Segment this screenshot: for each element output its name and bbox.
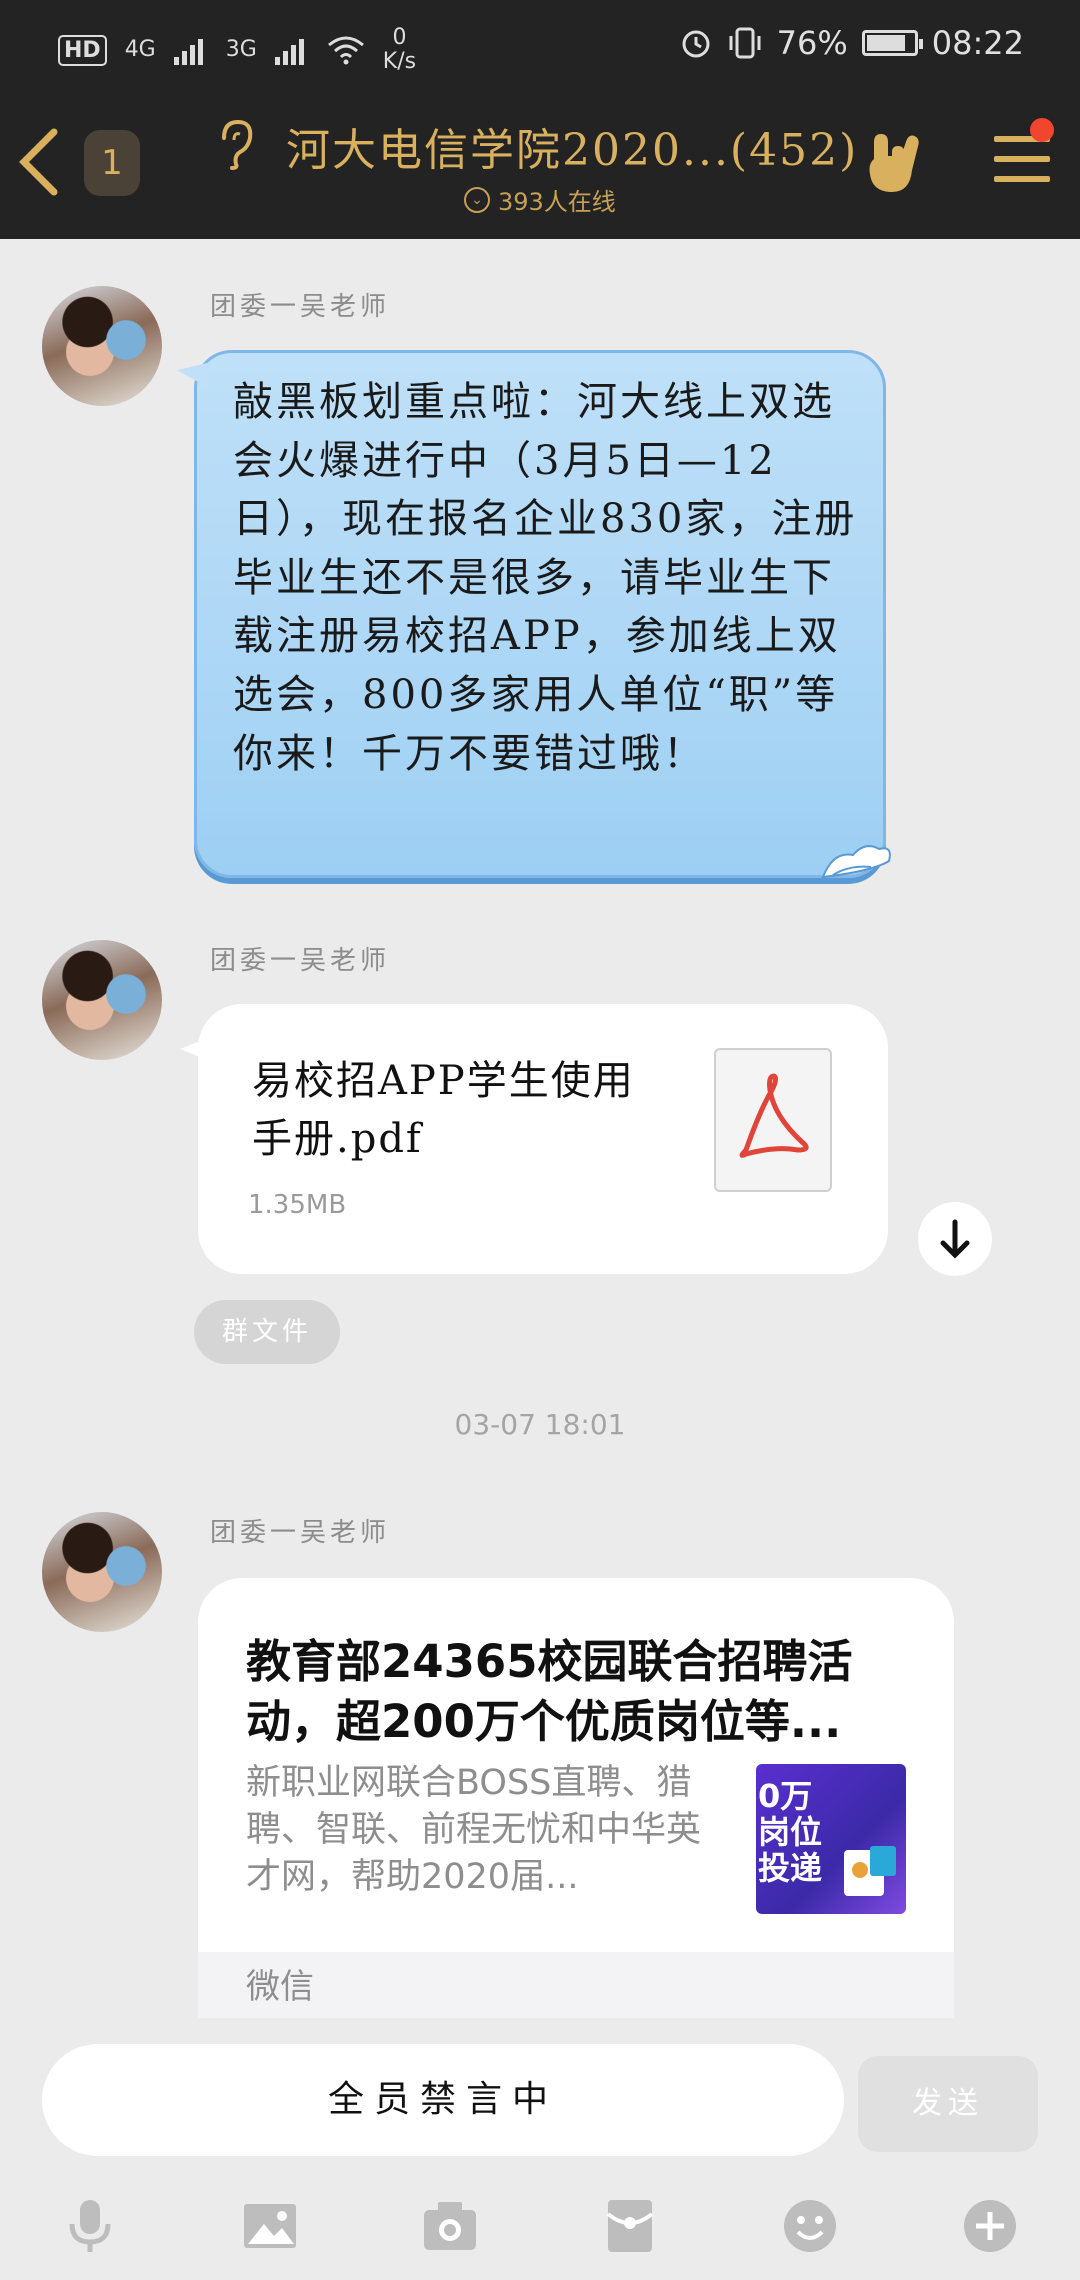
- chevron-down-icon: ⌄: [464, 186, 490, 213]
- avatar[interactable]: [42, 286, 162, 406]
- menu-button[interactable]: [994, 136, 1050, 196]
- send-button[interactable]: 发送: [858, 2056, 1038, 2152]
- online-label: 393人在线: [498, 188, 616, 216]
- link-description: 新职业网联合BOSS直聘、猎聘、智联、前程无忧和中华英才网，帮助2020届...: [246, 1763, 702, 1897]
- hd-badge: HD: [58, 34, 107, 66]
- link-thumbnail: 0万 岗位 投递: [756, 1764, 906, 1914]
- chevron-left-icon: [19, 128, 58, 196]
- signal-icon: [173, 35, 208, 65]
- message-bubble[interactable]: 敲黑板划重点啦：河大线上双选会火爆进行中（3月5日—12日），现在报名企业830…: [177, 350, 891, 879]
- notification-dot: [1030, 118, 1054, 142]
- signal-3g: 3G: [225, 37, 257, 62]
- wifi-icon: [327, 36, 364, 65]
- plus-icon[interactable]: [960, 2196, 1020, 2256]
- vibrate-icon: [729, 27, 761, 59]
- avatar[interactable]: [42, 940, 162, 1060]
- image-icon[interactable]: [240, 2196, 300, 2256]
- avatar[interactable]: [42, 1512, 162, 1632]
- signal-icon-2: [274, 35, 309, 65]
- link-share-card[interactable]: 教育部24365校园联合招聘活动，超200万个优质岗位等... 新职业网联合BO…: [198, 1578, 954, 2018]
- sender-name: 团委一吴老师: [210, 1518, 391, 1548]
- thumbnail-text: 0万 岗位 投递: [758, 1777, 823, 1887]
- file-name: 易校招APP学生使用手册.pdf: [252, 1058, 635, 1162]
- signal-4g: 4G: [124, 37, 156, 62]
- link-title: 教育部24365校园联合招聘活动，超200万个优质岗位等...: [246, 1635, 853, 1748]
- online-count[interactable]: ⌄ 393人在线: [464, 182, 616, 217]
- timestamp: 03-07 18:01: [454, 1408, 626, 1441]
- download-button[interactable]: [918, 1202, 992, 1276]
- group-title[interactable]: 河大电信学院2020...(452): [286, 114, 858, 178]
- sender-name: 团委一吴老师: [210, 946, 391, 976]
- battery-icon: [861, 30, 923, 56]
- battery-percent: 76%: [776, 24, 848, 62]
- status-bar: HD 4G 3G 0 K/s 76% 08:22: [0, 0, 1080, 92]
- back-button[interactable]: [14, 126, 64, 198]
- message-input[interactable]: 全员禁言中: [42, 2044, 844, 2156]
- sender-name: 团委一吴老师: [210, 292, 391, 322]
- group-file-tag[interactable]: 群文件: [194, 1300, 340, 1364]
- network-speed: 0 K/s: [382, 25, 417, 74]
- unread-badge[interactable]: 1: [84, 130, 140, 196]
- alarm-icon: [682, 30, 710, 58]
- link-source: 微信: [198, 1952, 954, 2018]
- red-packet-icon[interactable]: [600, 2196, 660, 2256]
- file-size: 1.35MB: [248, 1190, 347, 1220]
- top-bar: HD 4G 3G 0 K/s 76% 08:22 1 河大电信学院2020...(…: [0, 0, 1080, 239]
- arrow-down-icon: [940, 1219, 970, 1259]
- file-message-card[interactable]: 易校招APP学生使用手册.pdf 1.35MB: [180, 1004, 888, 1274]
- input-toolbar: [0, 2186, 1080, 2276]
- clock: 08:22: [931, 24, 1024, 62]
- emoji-icon[interactable]: [780, 2196, 840, 2256]
- hand-gesture-icon[interactable]: [864, 130, 924, 196]
- wave-decoration-icon: [821, 845, 891, 879]
- camera-icon[interactable]: [420, 2196, 480, 2256]
- microphone-icon[interactable]: [60, 2196, 120, 2256]
- ear-icon[interactable]: [216, 118, 256, 181]
- message-text: 敲黑板划重点啦：河大线上双选会火爆进行中（3月5日—12日），现在报名企业830…: [233, 379, 858, 777]
- pdf-icon: [714, 1048, 832, 1192]
- input-bar: 全员禁言中 发送: [0, 2020, 1080, 2280]
